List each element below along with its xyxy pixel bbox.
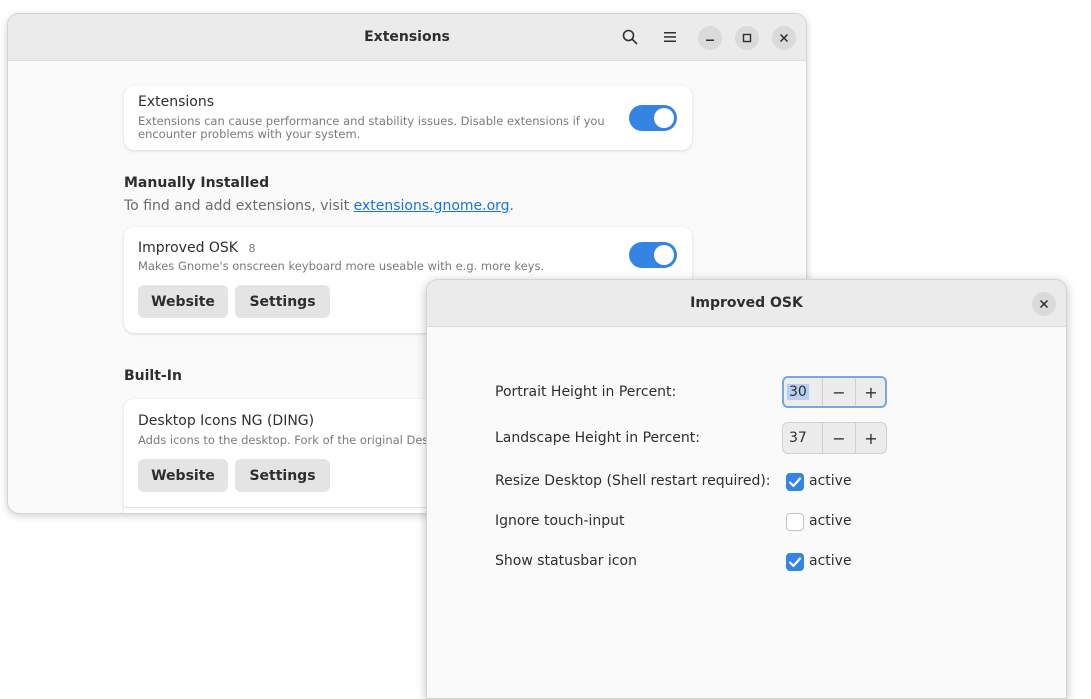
dialog-titlebar: Improved OSK	[427, 280, 1066, 327]
portrait-decrease-button[interactable]: −	[823, 378, 855, 406]
improved-osk-switch[interactable]	[629, 242, 677, 268]
main-menu-button[interactable]	[658, 25, 682, 49]
extensions-gnome-org-link[interactable]: extensions.gnome.org	[354, 198, 510, 214]
improved-osk-website-button[interactable]: Website	[138, 285, 228, 318]
close-icon	[1039, 299, 1049, 309]
window-title: Extensions	[364, 29, 450, 45]
improved-osk-name: Improved OSK	[138, 240, 238, 256]
resize-desktop-label: Resize Desktop (Shell restart required):	[495, 473, 771, 489]
maximize-icon	[742, 33, 752, 43]
titlebar: Extensions	[8, 14, 806, 61]
portrait-height-label: Portrait Height in Percent:	[495, 384, 677, 400]
ignore-touch-state[interactable]: active	[809, 513, 852, 529]
switch-knob	[654, 108, 674, 128]
portrait-height-spinbutton: 30 − +	[782, 376, 887, 408]
checkmark-icon	[788, 477, 802, 488]
menu-icon	[664, 32, 676, 42]
extensions-toggle-card: Extensions Extensions can cause performa…	[124, 86, 692, 150]
extensions-toggle-description-line2: encounter problems with your system.	[138, 127, 361, 141]
portrait-increase-button[interactable]: +	[855, 378, 887, 406]
dialog-close-button[interactable]	[1032, 292, 1056, 316]
improved-osk-settings-button[interactable]: Settings	[235, 285, 330, 318]
ignore-touch-checkbox[interactable]	[786, 513, 804, 531]
close-icon	[779, 33, 789, 43]
maximize-button[interactable]	[735, 26, 759, 50]
manually-installed-subtitle: To find and add extensions, visit extens…	[124, 198, 514, 214]
ding-settings-button[interactable]: Settings	[235, 459, 330, 492]
resize-desktop-state[interactable]: active	[809, 473, 852, 489]
manually-installed-heading: Manually Installed	[124, 175, 270, 191]
close-button[interactable]	[772, 26, 796, 50]
checkmark-icon	[788, 557, 802, 568]
minimize-icon	[706, 39, 714, 41]
improved-osk-row: Improved OSK 8	[138, 240, 255, 256]
landscape-height-spinbutton: 37 − +	[782, 422, 887, 454]
search-icon	[622, 29, 638, 45]
improved-osk-description: Makes Gnome's onscreen keyboard more use…	[138, 259, 545, 273]
statusbar-icon-state[interactable]: active	[809, 553, 852, 569]
landscape-height-input[interactable]: 37	[789, 430, 807, 446]
improved-osk-dialog: Improved OSK Portrait Height in Percent:…	[426, 279, 1067, 699]
subtitle-prefix: To find and add extensions, visit	[124, 198, 354, 214]
landscape-increase-button[interactable]: +	[855, 423, 887, 453]
portrait-height-input[interactable]: 30	[787, 384, 809, 400]
ding-name: Desktop Icons NG (DING)	[138, 413, 315, 429]
ding-description: Adds icons to the desktop. Fork of the o…	[138, 433, 440, 447]
subtitle-suffix: .	[509, 198, 514, 214]
ding-website-button[interactable]: Website	[138, 459, 228, 492]
minimize-button[interactable]	[698, 26, 722, 50]
built-in-heading: Built-In	[124, 368, 182, 384]
extensions-toggle-title: Extensions	[138, 94, 215, 110]
ignore-touch-label: Ignore touch-input	[495, 513, 625, 529]
statusbar-icon-label: Show statusbar icon	[495, 553, 637, 569]
extensions-switch[interactable]	[629, 105, 677, 131]
landscape-decrease-button[interactable]: −	[823, 423, 855, 453]
statusbar-icon-checkbox[interactable]	[786, 553, 804, 571]
dialog-title: Improved OSK	[690, 295, 803, 311]
improved-osk-version: 8	[248, 242, 256, 255]
resize-desktop-checkbox[interactable]	[786, 473, 804, 491]
search-button[interactable]	[618, 25, 642, 49]
landscape-height-label: Landscape Height in Percent:	[495, 430, 700, 446]
switch-knob	[654, 245, 674, 265]
